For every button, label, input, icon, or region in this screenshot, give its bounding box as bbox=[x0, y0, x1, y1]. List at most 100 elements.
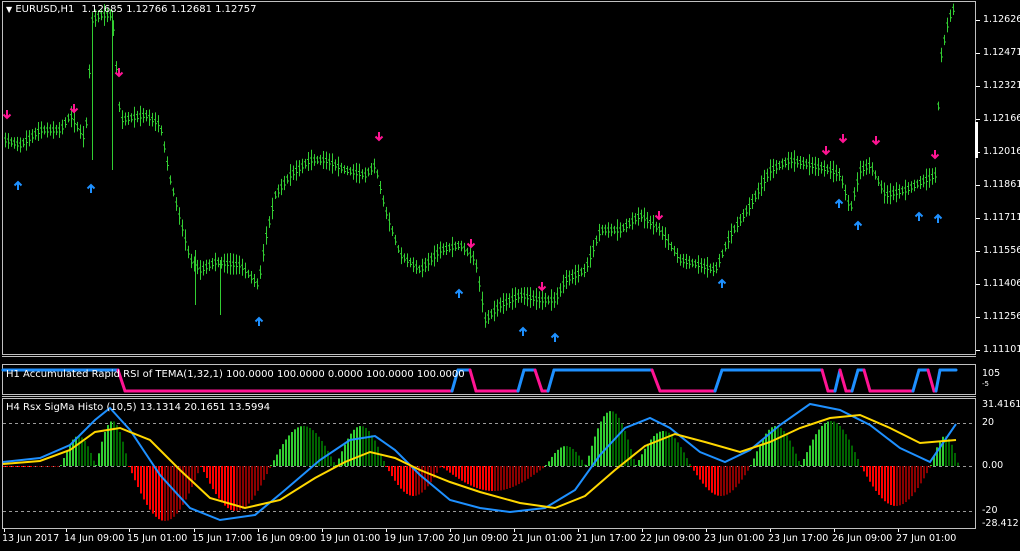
price-bar bbox=[88, 64, 91, 79]
sigma-histo-bar bbox=[803, 458, 805, 466]
price-bar bbox=[307, 151, 310, 172]
price-bar bbox=[286, 174, 289, 184]
sigma-histo-bar bbox=[723, 466, 725, 496]
sigma-histo-bar bbox=[239, 466, 241, 511]
sigma-histo-bar bbox=[137, 466, 139, 488]
sigma-histo-bar bbox=[15, 466, 17, 467]
sigma-histo-bar bbox=[863, 466, 865, 472]
sigma-histo-bar bbox=[635, 465, 637, 466]
sigma-histo-bar bbox=[388, 466, 390, 472]
price-bar bbox=[634, 213, 637, 225]
sigma-histo-bar bbox=[780, 427, 782, 466]
buy-signal-arrow-icon bbox=[717, 278, 727, 288]
price-tick bbox=[976, 251, 980, 252]
symbol-header[interactable]: ▼ EURUSD,H1 1.12685 1.12766 1.12681 1.12… bbox=[6, 4, 257, 15]
sigma-panel-title: H4 Rsx SigMa Histo (10,5) 13.1314 20.165… bbox=[6, 402, 271, 413]
price-bar bbox=[454, 241, 457, 251]
sigma-histo-bar bbox=[509, 466, 511, 489]
buy-signal-arrow-icon bbox=[13, 180, 23, 190]
price-bar bbox=[886, 185, 889, 204]
price-bar bbox=[433, 245, 436, 267]
price-tick-label: 1.11861 bbox=[983, 179, 1020, 190]
sigma-histo-bar bbox=[377, 446, 379, 466]
price-bar bbox=[202, 261, 205, 276]
sigma-histo-bar bbox=[209, 466, 211, 484]
price-bar bbox=[688, 255, 691, 269]
price-bar bbox=[577, 264, 580, 283]
sigma-histo-bar bbox=[95, 465, 97, 466]
sigma-histo-bar bbox=[512, 466, 514, 487]
rsi-line-segment bbox=[516, 368, 526, 393]
dropdown-triangle-icon[interactable]: ▼ bbox=[6, 5, 12, 14]
price-bar bbox=[76, 121, 79, 132]
sigma-histo-bar bbox=[473, 466, 475, 487]
sigma-histo-bar bbox=[155, 466, 157, 517]
price-bar bbox=[430, 252, 433, 266]
price-bar bbox=[13, 137, 16, 149]
sigma-histo-bar bbox=[717, 466, 719, 496]
price-bar bbox=[268, 216, 271, 228]
sigma-histo-bar bbox=[705, 466, 707, 488]
main-price-chart[interactable] bbox=[0, 0, 1020, 551]
sigma-histo-bar bbox=[143, 466, 145, 500]
sigma-histo-bar bbox=[954, 452, 956, 466]
price-bar bbox=[649, 215, 652, 230]
sigma-histo-bar bbox=[591, 445, 593, 466]
sell-signal-arrow-icon bbox=[654, 211, 664, 221]
sigma-histo-bar bbox=[383, 460, 385, 466]
price-bar bbox=[277, 184, 280, 198]
price-bar bbox=[16, 136, 19, 152]
sigma-histo-bar bbox=[533, 466, 535, 475]
sigma-histo-bar bbox=[446, 466, 448, 471]
buy-signal-arrow-icon bbox=[853, 220, 863, 230]
price-bar bbox=[655, 221, 658, 233]
sigma-histo-bar bbox=[756, 451, 758, 466]
price-bar bbox=[790, 152, 793, 169]
price-bar bbox=[805, 158, 808, 170]
price-tick bbox=[976, 284, 980, 285]
sigma-histo-bar bbox=[212, 466, 214, 490]
price-bar bbox=[235, 254, 238, 275]
price-bar bbox=[871, 162, 874, 176]
price-bar bbox=[145, 110, 148, 122]
price-bar bbox=[85, 117, 88, 129]
price-bar bbox=[946, 17, 949, 33]
price-bar bbox=[397, 244, 400, 254]
sigma-histo-bar bbox=[744, 466, 746, 476]
price-bar bbox=[361, 169, 364, 180]
sigma-histo-bar bbox=[908, 466, 910, 500]
sigma-histo-bar bbox=[436, 466, 438, 473]
price-tick bbox=[976, 53, 980, 54]
rsi-line-segment bbox=[713, 368, 724, 393]
price-tick bbox=[976, 86, 980, 87]
time-tick bbox=[322, 529, 323, 532]
price-bar bbox=[124, 112, 127, 126]
time-tick bbox=[386, 529, 387, 532]
time-tick bbox=[578, 529, 579, 532]
price-bar bbox=[55, 124, 58, 136]
price-bar bbox=[763, 169, 766, 192]
price-bar bbox=[733, 224, 736, 234]
sigma-tick-label: 0.00 bbox=[982, 460, 1004, 471]
sigma-histo-bar bbox=[254, 466, 256, 496]
price-bar bbox=[847, 195, 850, 211]
price-bar bbox=[154, 112, 157, 131]
time-tick-label: 23 Jun 01:00 bbox=[704, 533, 765, 544]
price-bar bbox=[289, 164, 292, 186]
sigma-histo-bar bbox=[677, 442, 679, 466]
buy-signal-arrow-icon bbox=[86, 183, 96, 193]
sigma-histo-bar bbox=[257, 466, 259, 491]
sigma-histo-bar bbox=[581, 459, 583, 466]
rsi-line-segment bbox=[650, 368, 662, 393]
price-bar bbox=[406, 253, 409, 268]
sigma-histo-bar bbox=[563, 446, 565, 466]
price-bar bbox=[331, 153, 334, 174]
price-bar bbox=[859, 160, 862, 180]
sigma-histo-bar bbox=[149, 466, 151, 510]
price-bar bbox=[253, 274, 256, 288]
rsi-line-segment bbox=[546, 368, 556, 393]
sigma-histo-bar bbox=[309, 427, 311, 466]
sigma-histo-bar bbox=[248, 466, 250, 504]
price-bar bbox=[280, 178, 283, 196]
price-bar bbox=[187, 245, 190, 259]
